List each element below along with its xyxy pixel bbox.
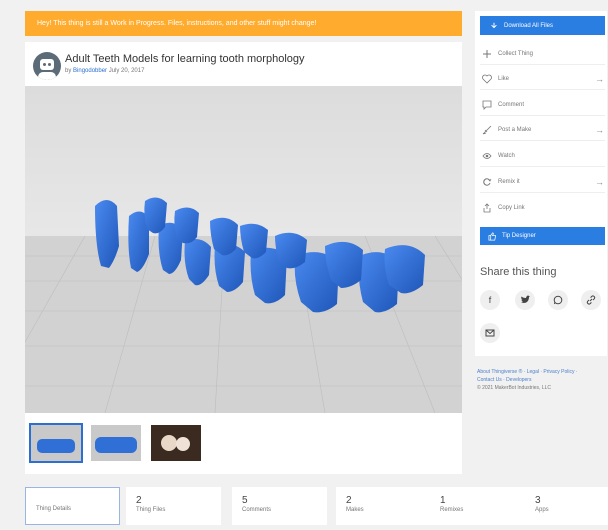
publish-date: July 20, 2017 (108, 68, 145, 74)
collect-thing-button[interactable]: Collect Thing (480, 43, 605, 65)
thumbnail-2[interactable] (91, 425, 141, 461)
tab-label: Thing Files (136, 507, 166, 513)
share-panel: Share this thing f (475, 261, 607, 356)
copy-link-label: Copy Link (498, 205, 525, 211)
tab-thing-files[interactable]: 2 Thing Files (126, 487, 221, 525)
remix-label: Remix it (498, 178, 520, 185)
remix-icon (480, 177, 494, 187)
comment-icon (480, 100, 494, 110)
tab-label: Thing Details (36, 506, 72, 512)
facebook-icon[interactable]: f (480, 290, 500, 310)
twitter-icon[interactable] (515, 290, 535, 310)
tab-count: 3 (535, 495, 541, 506)
thing-card: Adult Teeth Models for learning tooth mo… (25, 42, 462, 474)
link-icon[interactable] (581, 290, 601, 310)
download-label: Download All Files (504, 22, 554, 29)
share-title: Share this thing (480, 266, 557, 278)
download-all-button[interactable]: Download All Files (480, 16, 605, 35)
email-icon[interactable] (480, 323, 500, 343)
comment-button[interactable]: Comment (480, 94, 605, 116)
chevron-right-icon[interactable]: → (595, 125, 605, 135)
download-icon (491, 22, 497, 28)
tab-remixes[interactable]: 1 Remixes (430, 487, 525, 525)
tip-designer-label: Tip Designer (502, 233, 536, 239)
avatar[interactable] (33, 52, 61, 80)
remix-button[interactable]: Remix it → (480, 171, 605, 193)
like-label: Like (498, 75, 510, 82)
tab-label: Comments (242, 507, 272, 513)
tab-count: 2 (136, 495, 142, 506)
post-make-label: Post a Make (498, 126, 532, 133)
tab-count: 2 (346, 495, 352, 506)
watch-label: Watch (498, 152, 515, 159)
thing-tabs: Thing Details 2 Thing Files 5 Comments 2… (25, 487, 608, 525)
main-photo[interactable] (25, 86, 462, 413)
eye-icon (480, 151, 494, 161)
heart-icon (480, 74, 494, 84)
whatsapp-icon[interactable] (548, 290, 568, 310)
tab-count: 1 (440, 495, 446, 506)
plus-icon (480, 49, 494, 59)
tab-makes[interactable]: 2 Makes (336, 487, 431, 525)
chevron-right-icon[interactable]: → (595, 74, 605, 84)
copyright: © 2021 MakerBot Industries, LLC (477, 385, 551, 391)
collect-label: Collect Thing (498, 50, 533, 57)
tab-label: Makes (346, 507, 364, 513)
watch-button[interactable]: Watch (480, 145, 605, 167)
tab-label: Apps (535, 507, 549, 513)
thumbnail-3[interactable] (151, 425, 201, 461)
author-link[interactable]: Bingodobber (73, 68, 107, 74)
by-label: by (65, 68, 72, 74)
thumbs-up-icon (488, 232, 497, 240)
thing-title: Adult Teeth Models for learning tooth mo… (65, 53, 305, 65)
post-make-button[interactable]: Post a Make → (480, 119, 605, 141)
post-make-icon (480, 125, 494, 135)
tip-designer-button[interactable]: Tip Designer (480, 227, 605, 245)
thing-byline: by Bingodobber July 20, 2017 (65, 68, 144, 74)
share-icon (480, 203, 494, 213)
copy-link-button[interactable]: Copy Link (480, 197, 605, 219)
tab-label: Remixes (440, 507, 464, 513)
tab-count: 5 (242, 495, 248, 506)
comment-label: Comment (498, 101, 525, 108)
chevron-right-icon[interactable]: → (595, 177, 605, 187)
tab-comments[interactable]: 5 Comments (232, 487, 327, 525)
thumbnail-strip (29, 423, 201, 463)
footer-links-line2[interactable]: Contact Us · Developers (477, 376, 607, 384)
tab-thing-details[interactable]: Thing Details (25, 487, 120, 525)
wip-banner: Hey! This thing is still a Work in Progr… (25, 11, 462, 36)
footer-links: About Thingiverse ® · Legal · Privacy Po… (477, 368, 607, 392)
thumbnail-1[interactable] (29, 423, 83, 463)
footer-links-line1[interactable]: About Thingiverse ® · Legal · Privacy Po… (477, 368, 607, 376)
tab-apps[interactable]: 3 Apps (525, 487, 608, 525)
like-button[interactable]: Like → (480, 68, 605, 90)
